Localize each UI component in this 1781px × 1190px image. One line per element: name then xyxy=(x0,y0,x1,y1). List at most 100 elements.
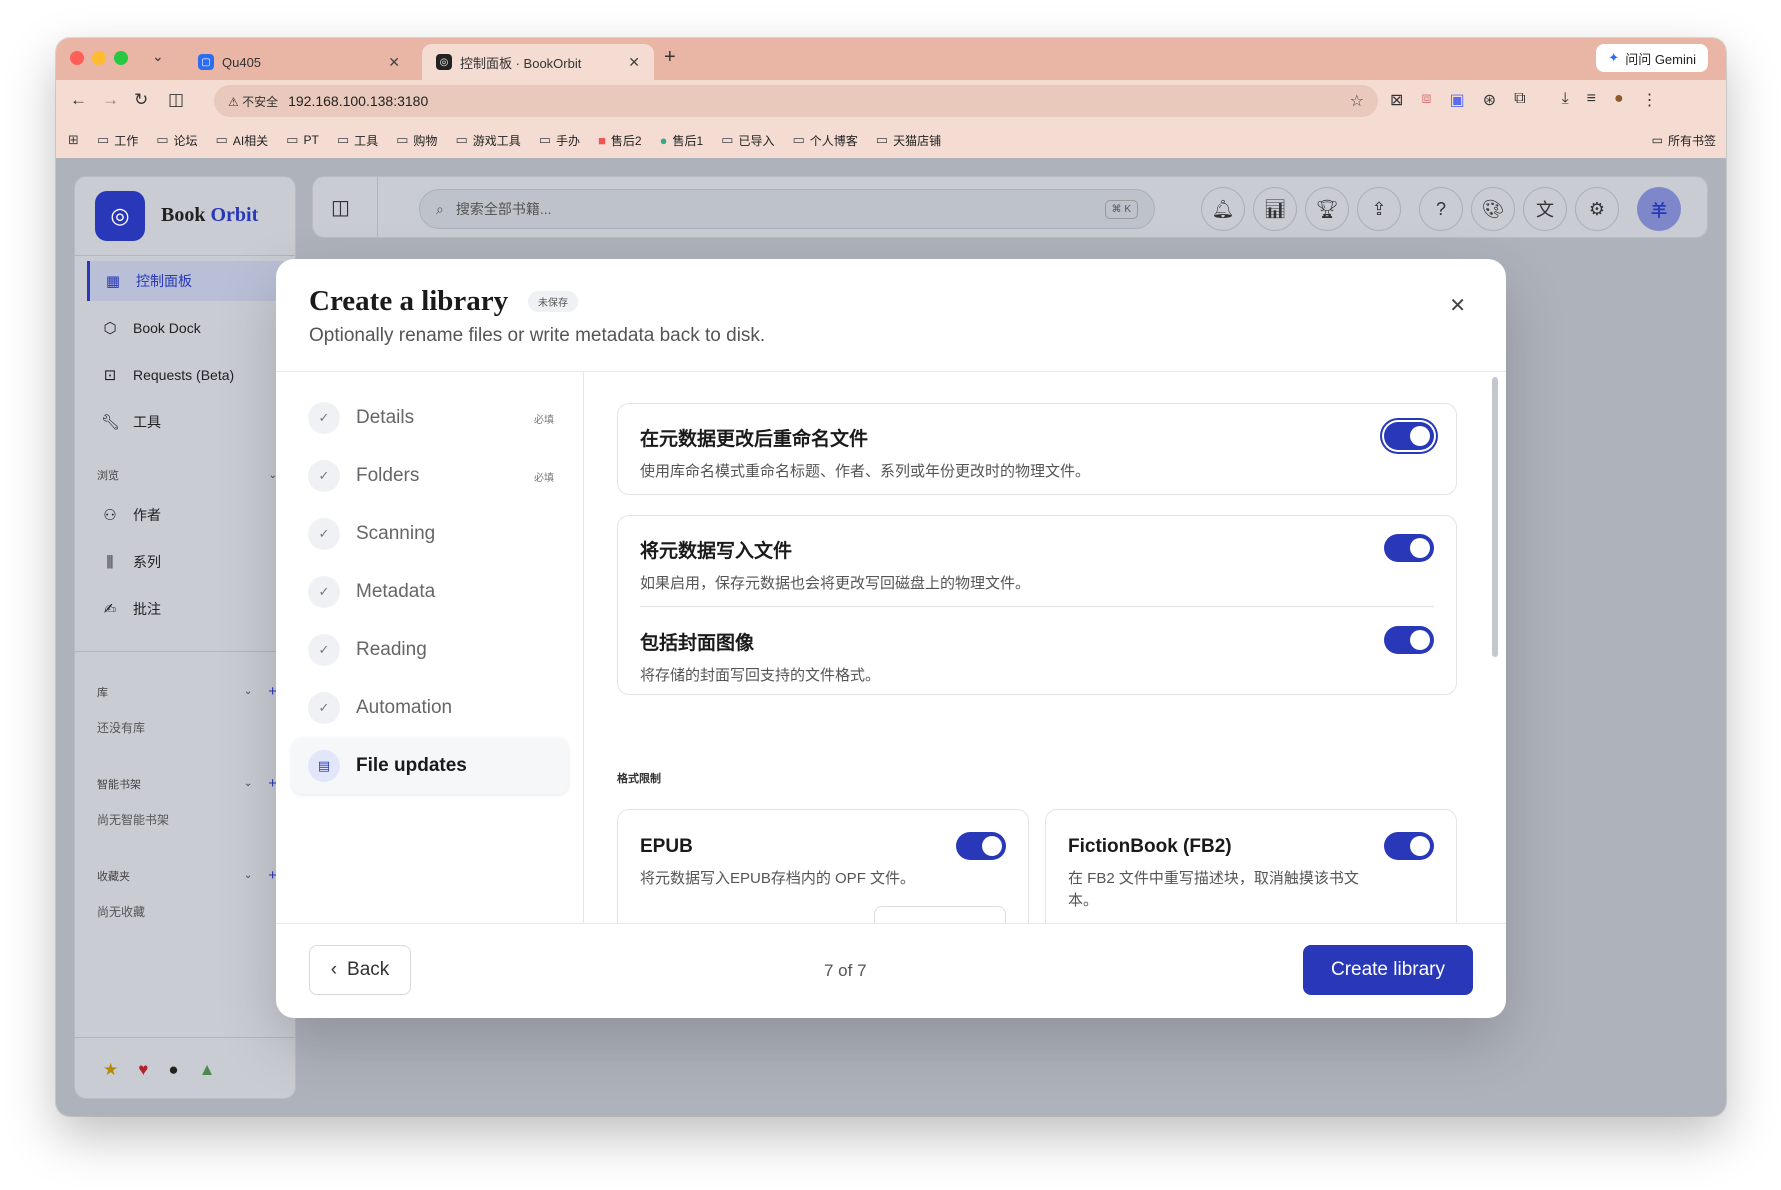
toggle-sidebar-icon[interactable]: ◫ xyxy=(331,195,350,220)
browse-section-header[interactable]: 浏览 ⌄ xyxy=(97,467,277,483)
cover-desc: 将存储的封面写回支持的文件格式。 xyxy=(640,667,881,684)
sidebar-item-dashboard[interactable]: ▦ 控制面板 xyxy=(87,261,297,301)
back-icon[interactable]: ← xyxy=(70,90,87,110)
heart-icon[interactable]: ♥ xyxy=(138,1060,148,1080)
extension-icon[interactable]: ⊛ xyxy=(1483,90,1496,110)
puzzle-icon[interactable]: ⧉ xyxy=(1514,90,1525,110)
bookmark-link[interactable]: ● 售后1 xyxy=(660,132,704,149)
reading-list-icon[interactable]: ≡ xyxy=(1587,90,1596,110)
reload-icon[interactable]: ↻ xyxy=(134,90,148,110)
warning-icon: ⚠ 不安全 xyxy=(228,94,279,109)
divider xyxy=(75,255,295,256)
tab-close-icon[interactable]: ✕ xyxy=(628,54,640,71)
fb2-toggle[interactable] xyxy=(1384,832,1434,860)
bookmark-folder[interactable]: ▭ 工作 xyxy=(97,132,138,149)
translate-icon[interactable]: 文 xyxy=(1523,187,1567,231)
bookmark-star-icon[interactable]: ☆ xyxy=(1350,91,1364,111)
bookmark-folder[interactable]: ▭ 已导入 xyxy=(721,132,774,149)
extension-icon[interactable]: ⊠ xyxy=(1390,90,1403,110)
step-reading[interactable]: ✓ Reading xyxy=(292,622,568,678)
all-bookmarks[interactable]: ▭ 所有书签 xyxy=(1652,132,1716,149)
bookmark-link[interactable]: ■ 售后2 xyxy=(598,132,642,149)
apple-icon[interactable]: ● xyxy=(168,1060,178,1080)
content-scrollbar[interactable] xyxy=(1492,377,1498,657)
cover-toggle[interactable] xyxy=(1384,626,1434,654)
maximize-window-button[interactable] xyxy=(114,51,128,65)
bookorbit-logo-icon: ◎ xyxy=(95,191,145,241)
bookmark-folder[interactable]: ▭ 工具 xyxy=(337,132,378,149)
cover-row: 包括封面图像 将存储的封面写回支持的文件格式。 xyxy=(640,628,1434,687)
avatar[interactable]: 羊 xyxy=(1637,187,1681,231)
bookmark-folder[interactable]: ▭ AI相关 xyxy=(216,132,269,149)
sidebar-item-book-dock[interactable]: ⬡ Book Dock xyxy=(87,308,297,348)
sidebar-item-series[interactable]: ⫼ 系列 xyxy=(87,542,297,582)
split-view-icon[interactable]: ◫ xyxy=(168,90,184,110)
extension-icon[interactable]: ▣ xyxy=(1450,90,1465,110)
forward-icon[interactable]: → xyxy=(102,90,119,110)
step-file-updates[interactable]: ▤ File updates xyxy=(292,738,568,794)
bookmark-folder[interactable]: ▭ PT xyxy=(286,132,319,148)
shelves-section-header[interactable]: 智能书架 ⌄ + xyxy=(97,775,277,792)
gemini-button[interactable]: ✦ 问问 Gemini xyxy=(1596,44,1708,72)
close-window-button[interactable] xyxy=(70,51,84,65)
tab-list-chevron-icon[interactable]: ⌄ xyxy=(152,48,164,65)
sidebar-item-annotations[interactable]: ✍︎ 批注 xyxy=(87,589,297,629)
step-folders[interactable]: ✓ Folders 必填 xyxy=(292,448,568,504)
new-tab-button[interactable]: + xyxy=(664,46,676,69)
bookmark-folder[interactable]: ▭ 游戏工具 xyxy=(455,132,520,149)
bookmark-folder[interactable]: ▭ 论坛 xyxy=(156,132,197,149)
search-input[interactable]: ⌕ 搜索全部书籍... ⌘ K xyxy=(419,189,1155,229)
tab-close-icon[interactable]: ✕ xyxy=(388,54,400,71)
step-details[interactable]: ✓ Details 必填 xyxy=(292,390,568,446)
bookmark-folder[interactable]: ▭ 手办 xyxy=(539,132,580,149)
palette-icon[interactable]: 🎨︎ xyxy=(1471,187,1515,231)
tab-bookorbit[interactable]: ◎ 控制面板 · BookOrbit ✕ xyxy=(422,44,654,80)
close-icon[interactable]: ✕ xyxy=(1449,293,1466,318)
sidebar-footer: ★ ♥ ● ▲ xyxy=(103,1060,215,1080)
bookmark-folder[interactable]: ▭ 天猫店铺 xyxy=(876,132,941,149)
chevron-left-icon: ‹ xyxy=(330,959,338,980)
sidebar-item-requests[interactable]: ⊡ Requests (Beta) xyxy=(87,355,297,395)
check-icon: ✓ xyxy=(308,576,340,608)
minimize-window-button[interactable] xyxy=(92,51,106,65)
gear-icon[interactable]: ⚙ xyxy=(1575,187,1619,231)
upload-icon[interactable]: ⇪ xyxy=(1357,187,1401,231)
dialog-title: Create a library xyxy=(309,285,509,317)
write-metadata-toggle[interactable] xyxy=(1384,534,1434,562)
profile-avatar[interactable]: ● xyxy=(1614,90,1624,110)
menu-icon[interactable]: ⋮ xyxy=(1642,90,1658,110)
download-icon[interactable]: ⤓ xyxy=(1562,90,1569,110)
epub-toggle[interactable] xyxy=(956,832,1006,860)
android-icon[interactable]: ▲ xyxy=(199,1060,216,1080)
favorites-empty-text: 尚无收藏 xyxy=(97,905,146,919)
bell-icon[interactable]: 🔔︎ xyxy=(1201,187,1245,231)
epub-desc: 将元数据写入EPUB存档内的 OPF 文件。 xyxy=(640,870,916,887)
apps-icon[interactable]: ⊞ xyxy=(68,132,79,148)
write-metadata-card: 将元数据写入文件 如果启用，保存元数据也会将更改写回磁盘上的物理文件。 包括封面… xyxy=(617,515,1457,695)
star-icon[interactable]: ★ xyxy=(103,1060,118,1080)
bookmark-folder[interactable]: ▭ 购物 xyxy=(396,132,437,149)
extension-icon[interactable]: ⧈ xyxy=(1421,90,1431,110)
trophy-icon[interactable]: 🏆︎ xyxy=(1305,187,1349,231)
create-library-button[interactable]: Create library xyxy=(1303,945,1473,995)
tab-qu405[interactable]: ▢ Qu405 ✕ xyxy=(184,44,414,80)
fb2-desc: 在 FB2 文件中重写描述块，取消触摸该书文本。 xyxy=(1068,870,1359,909)
back-button[interactable]: ‹ Back xyxy=(309,945,411,995)
rename-toggle[interactable] xyxy=(1384,422,1434,450)
sidebar-item-authors[interactable]: ⚇ 作者 xyxy=(87,495,297,535)
search-icon: ⌕ xyxy=(436,200,444,217)
shelves-empty-text: 尚无智能书架 xyxy=(97,813,170,827)
epub-size-input[interactable] xyxy=(874,906,1006,923)
step-automation[interactable]: ✓ Automation xyxy=(292,680,568,736)
address-bar[interactable]: ⚠ 不安全 192.168.100.138:3180 ☆ xyxy=(214,85,1378,117)
check-icon: ✓ xyxy=(308,518,340,550)
library-section-header[interactable]: 库 ⌄ + xyxy=(97,683,277,700)
help-icon[interactable]: ? xyxy=(1419,187,1463,231)
chart-icon[interactable]: 📊︎ xyxy=(1253,187,1297,231)
folder-icon: ▭ xyxy=(336,132,350,147)
bookmark-folder[interactable]: ▭ 个人博客 xyxy=(792,132,857,149)
step-metadata[interactable]: ✓ Metadata xyxy=(292,564,568,620)
step-scanning[interactable]: ✓ Scanning xyxy=(292,506,568,562)
favorites-section-header[interactable]: 收藏夹 ⌄ + xyxy=(97,867,277,884)
sidebar-item-tools[interactable]: 🔧︎ 工具 xyxy=(87,402,297,442)
